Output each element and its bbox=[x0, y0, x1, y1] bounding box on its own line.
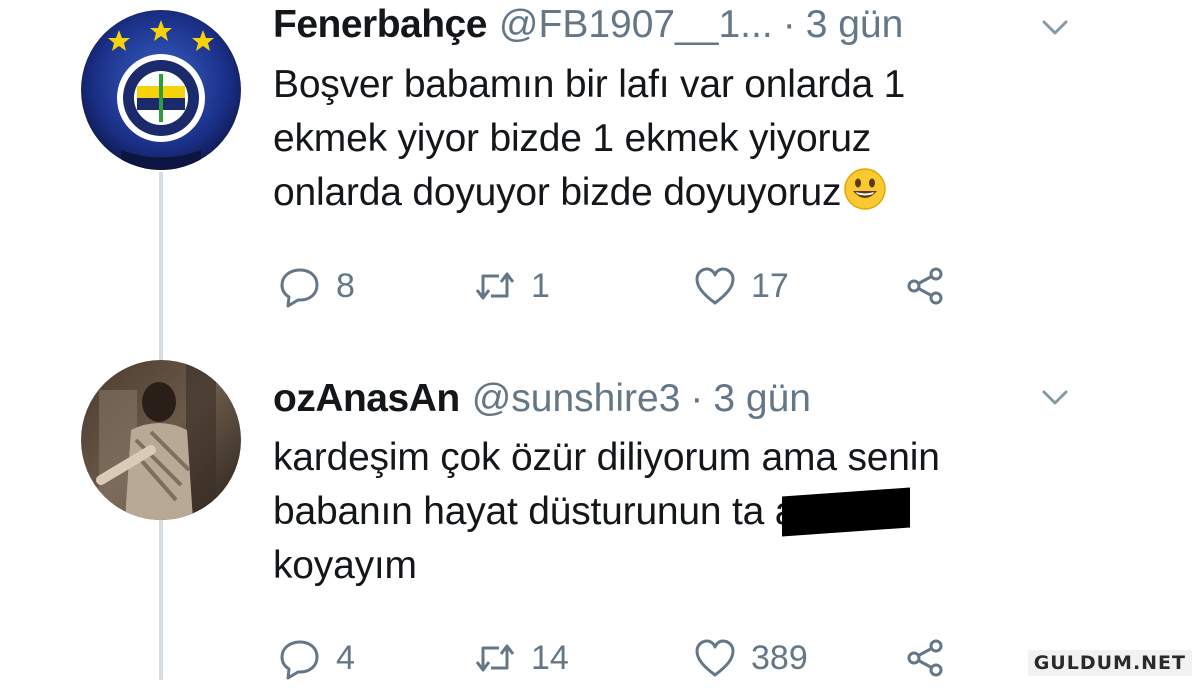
tweet-text-line: babanın hayat düsturunun ta a bbox=[273, 485, 1033, 539]
reply-count: 4 bbox=[336, 638, 355, 677]
display-name[interactable]: ozAnasAn bbox=[273, 374, 460, 424]
tweet-text-line: ekmek yiyor bizde 1 ekmek yiyoruz bbox=[273, 117, 872, 160]
reply-icon bbox=[280, 268, 319, 308]
tweet-text-line: kardeşim çok özür diliyorum ama senin bbox=[273, 436, 940, 479]
chevron-down-icon[interactable] bbox=[1040, 382, 1070, 412]
tweet-header: ozAnasAn @sunshire3 · 3 gün bbox=[273, 374, 1070, 424]
like-count: 389 bbox=[751, 638, 808, 677]
retweet-count: 1 bbox=[531, 266, 550, 305]
like-button[interactable]: 389 bbox=[693, 628, 808, 688]
thread-line-lower bbox=[159, 520, 163, 680]
share-icon bbox=[907, 639, 943, 677]
avatar-ozanasan[interactable] bbox=[81, 360, 241, 520]
avatar-fenerbahce[interactable] bbox=[81, 10, 241, 170]
fenerbahce-crest-icon bbox=[81, 10, 241, 170]
tweet-text-line: Boşver babamın bir lafı var onlarda 1 bbox=[273, 63, 906, 106]
smiling-face-emoji bbox=[844, 168, 887, 210]
chevron-down-icon[interactable] bbox=[1040, 12, 1070, 42]
retweet-icon bbox=[475, 644, 515, 672]
user-handle[interactable]: @FB1907__1... bbox=[499, 0, 773, 50]
share-button[interactable] bbox=[903, 256, 947, 316]
tweet-actions: 8 1 17 bbox=[273, 256, 973, 316]
retweet-icon bbox=[475, 272, 515, 300]
heart-icon bbox=[695, 639, 735, 677]
tweet-body: kardeşim çok özür diliyorum ama senin ba… bbox=[273, 431, 1033, 593]
tweet-text-line: onlarda doyuyor bizde doyuyoruz bbox=[273, 166, 1033, 220]
like-button[interactable]: 17 bbox=[693, 256, 789, 316]
share-icon bbox=[907, 267, 943, 305]
tweet-actions: 4 14 389 bbox=[273, 628, 973, 688]
thread-line-upper bbox=[159, 172, 163, 364]
censor-bar bbox=[782, 487, 911, 537]
tweet-body: Boşver babamın bir lafı var onlarda 1 ek… bbox=[273, 58, 1033, 220]
reply-icon bbox=[280, 640, 319, 680]
tweet-timestamp[interactable]: 3 gün bbox=[806, 0, 904, 50]
tweet-text-fragment: onlarda doyuyor bizde doyuyoruz bbox=[273, 171, 842, 214]
like-count: 17 bbox=[751, 266, 789, 305]
tweet-header: Fenerbahçe @FB1907__1... · 3 gün bbox=[273, 0, 1070, 50]
user-photo-avatar bbox=[81, 360, 241, 520]
tweet-text-fragment: babanın hayat düsturunun ta a bbox=[273, 490, 797, 533]
site-watermark: GULDUM.NET bbox=[1027, 650, 1192, 676]
separator-dot: · bbox=[690, 377, 704, 420]
retweet-count: 14 bbox=[531, 638, 569, 677]
user-handle[interactable]: @sunshire3 bbox=[472, 374, 681, 424]
reply-button[interactable]: 4 bbox=[278, 628, 355, 688]
heart-icon bbox=[695, 267, 735, 305]
retweet-button[interactable]: 1 bbox=[473, 256, 550, 316]
share-button[interactable] bbox=[903, 628, 947, 688]
tweet-timestamp[interactable]: 3 gün bbox=[713, 374, 811, 424]
retweet-button[interactable]: 14 bbox=[473, 628, 569, 688]
separator-dot: · bbox=[782, 3, 796, 46]
display-name[interactable]: Fenerbahçe bbox=[273, 0, 487, 50]
reply-count: 8 bbox=[336, 266, 355, 305]
tweet-text-line: koyayım bbox=[273, 544, 417, 587]
reply-button[interactable]: 8 bbox=[278, 256, 355, 316]
